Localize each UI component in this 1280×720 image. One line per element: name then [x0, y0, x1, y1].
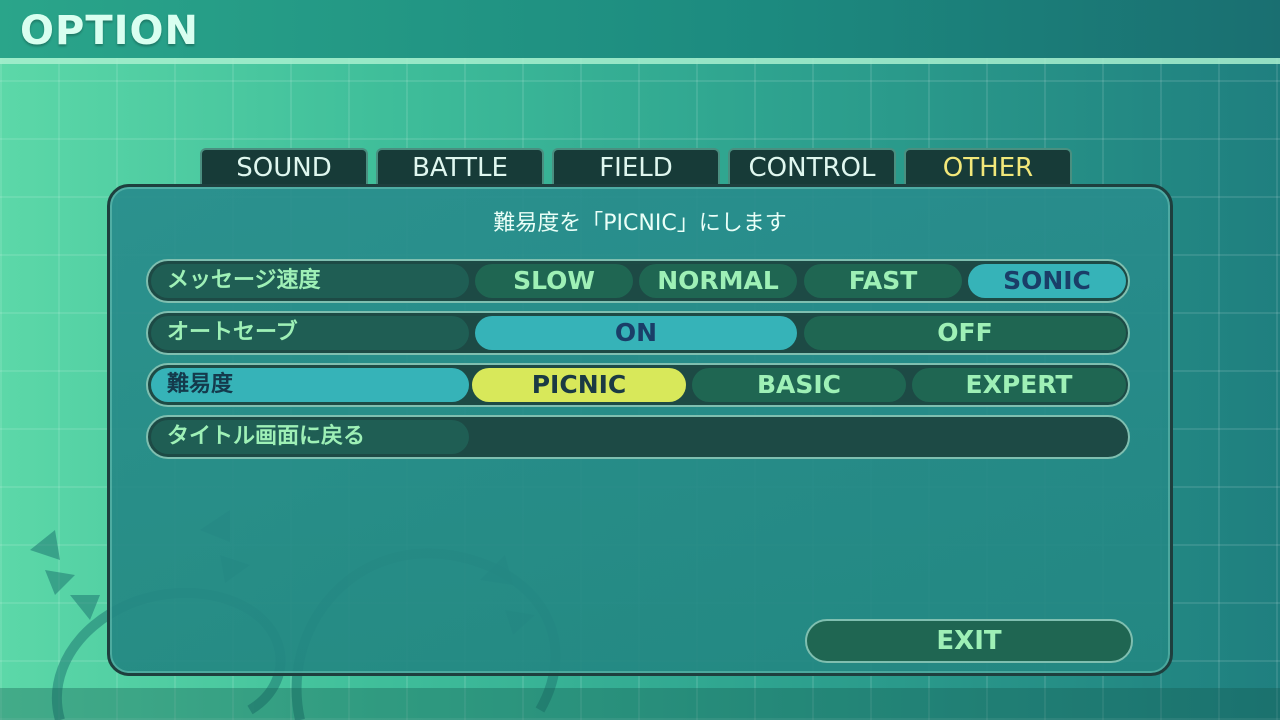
help-message: 難易度を「PICNIC」にします [493, 211, 787, 236]
option-picnic[interactable]: PICNIC [472, 368, 686, 402]
option-expert[interactable]: EXPERT [912, 368, 1126, 402]
option-on[interactable]: ON [475, 316, 797, 350]
option-normal[interactable]: NORMAL [639, 264, 797, 298]
option-slow[interactable]: SLOW [475, 264, 633, 298]
tab-control[interactable]: CONTROL [728, 148, 896, 184]
option-fast[interactable]: FAST [804, 264, 962, 298]
row-message-speed: メッセージ速度 SLOW NORMAL FAST SONIC [146, 259, 1130, 303]
header-bar: OPTION [0, 0, 1280, 58]
option-sonic[interactable]: SONIC [968, 264, 1126, 298]
row-difficulty: 難易度 PICNIC BASIC EXPERT [146, 363, 1130, 407]
exit-button[interactable]: EXIT [805, 619, 1133, 663]
autosave-label[interactable]: オートセーブ [151, 316, 469, 350]
row-autosave: オートセーブ ON OFF [146, 311, 1130, 355]
tab-battle[interactable]: BATTLE [376, 148, 544, 184]
footer-bar [0, 688, 1280, 720]
tab-other[interactable]: OTHER [904, 148, 1072, 184]
options-panel: 難易度を「PICNIC」にします メッセージ速度 SLOW NORMAL FAS… [107, 184, 1173, 676]
return-to-title-label[interactable]: タイトル画面に戻る [151, 420, 469, 454]
header-divider [0, 58, 1280, 64]
option-basic[interactable]: BASIC [692, 368, 906, 402]
page-title: OPTION [20, 8, 199, 54]
tab-sound[interactable]: SOUND [200, 148, 368, 184]
option-off[interactable]: OFF [804, 316, 1126, 350]
tab-field[interactable]: FIELD [552, 148, 720, 184]
row-return-title: タイトル画面に戻る [146, 415, 1130, 459]
message-speed-label[interactable]: メッセージ速度 [151, 264, 469, 298]
difficulty-label[interactable]: 難易度 [151, 368, 469, 402]
